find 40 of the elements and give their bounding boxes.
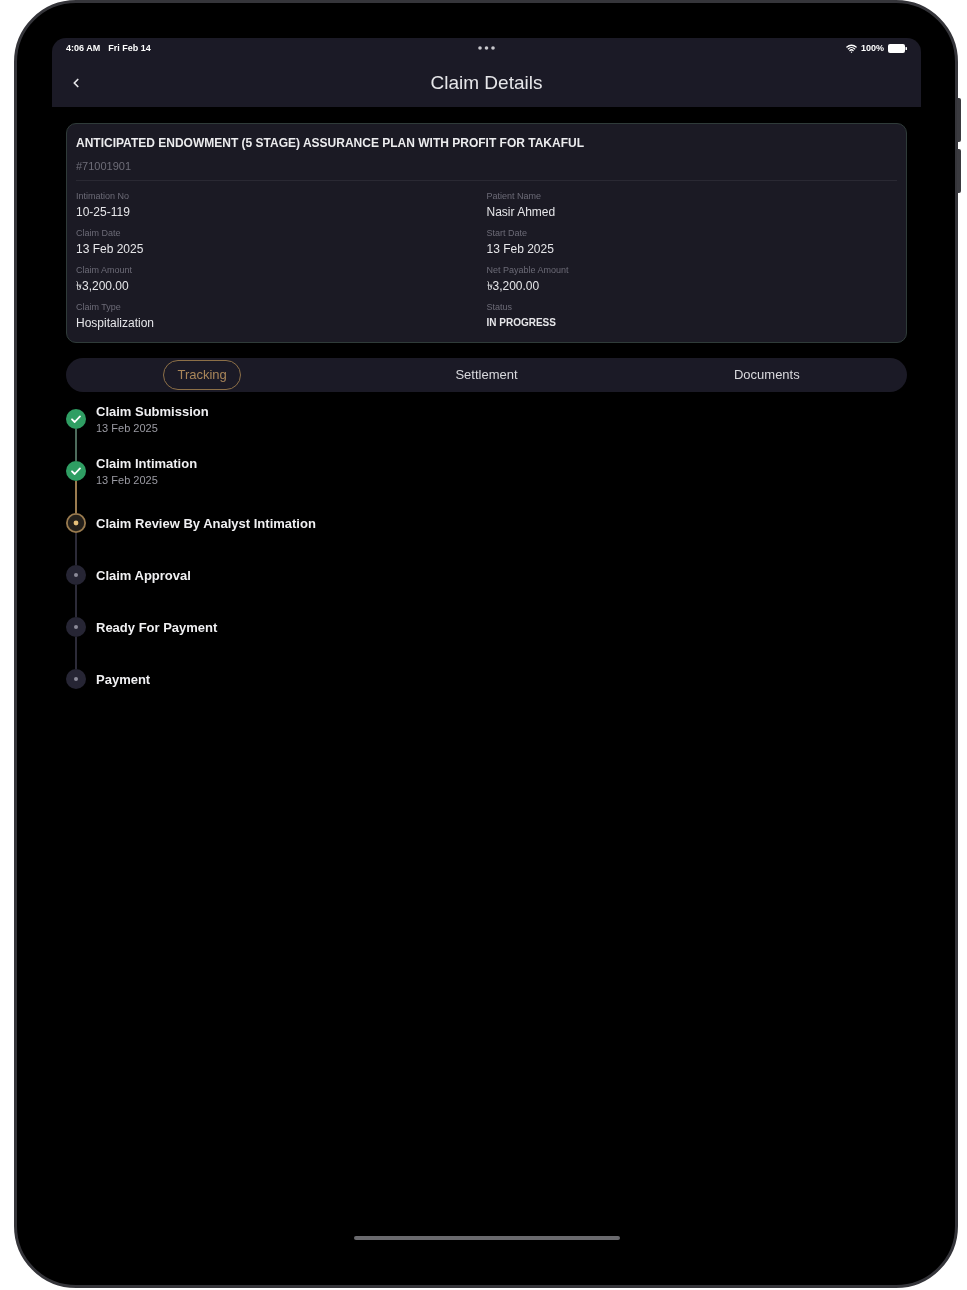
status-date: Fri Feb 14 bbox=[108, 42, 151, 54]
field-value: 13 Feb 2025 bbox=[76, 241, 145, 257]
wifi-icon bbox=[845, 42, 857, 54]
plan-title: ANTICIPATED ENDOWMENT (5 STAGE) ASSURANCE PLAN WITH PROFIT FOR TAKAFUL bbox=[76, 135, 585, 151]
step-title: Payment bbox=[96, 670, 152, 688]
field-label: Claim Type bbox=[76, 301, 122, 313]
field-label: Patient Name bbox=[486, 190, 543, 202]
timeline-connector bbox=[75, 429, 77, 461]
page-title: Claim Details bbox=[430, 70, 543, 95]
field-value: ৳3,200.00 bbox=[76, 278, 130, 294]
step-title: Claim Intimation bbox=[96, 455, 199, 472]
field-label: Net Payable Amount bbox=[486, 264, 570, 276]
timeline-connector bbox=[75, 533, 77, 565]
step-title: Ready For Payment bbox=[96, 618, 219, 636]
battery-percentage: 100% bbox=[860, 42, 884, 54]
timeline-connector bbox=[75, 481, 77, 513]
battery-icon bbox=[888, 43, 907, 53]
field-value: 10-25-119 bbox=[76, 204, 131, 220]
field-value: Hospitalization bbox=[76, 315, 156, 331]
field-value: ৳3,200.00 bbox=[486, 278, 541, 294]
tab[interactable]: Settlement bbox=[442, 360, 531, 390]
step-title: Claim Submission bbox=[96, 403, 210, 420]
field-label: Start Date bbox=[486, 227, 529, 239]
tab[interactable]: Documents bbox=[720, 360, 813, 390]
status-value: IN PROGRESS bbox=[486, 316, 557, 330]
field-value: 13 Feb 2025 bbox=[486, 241, 555, 257]
timeline-connector bbox=[75, 585, 77, 617]
timeline-connector bbox=[75, 637, 77, 669]
field-label: Status bbox=[486, 301, 513, 313]
step-title: Claim Review By Analyst Intimation bbox=[96, 514, 316, 532]
multitasking-dots-icon bbox=[478, 46, 495, 50]
status-time: 4:06 AM bbox=[66, 42, 101, 54]
field-label: Claim Amount bbox=[76, 264, 134, 276]
step-date: 13 Feb 2025 bbox=[96, 473, 159, 487]
field-value: Nasir Ahmed bbox=[486, 204, 557, 220]
field-label: Intimation No bbox=[76, 190, 131, 202]
field-label: Claim Date bbox=[76, 227, 122, 239]
step-title: Claim Approval bbox=[96, 566, 192, 584]
policy-number: #71001901 bbox=[76, 159, 133, 173]
step-date: 13 Feb 2025 bbox=[96, 421, 159, 435]
